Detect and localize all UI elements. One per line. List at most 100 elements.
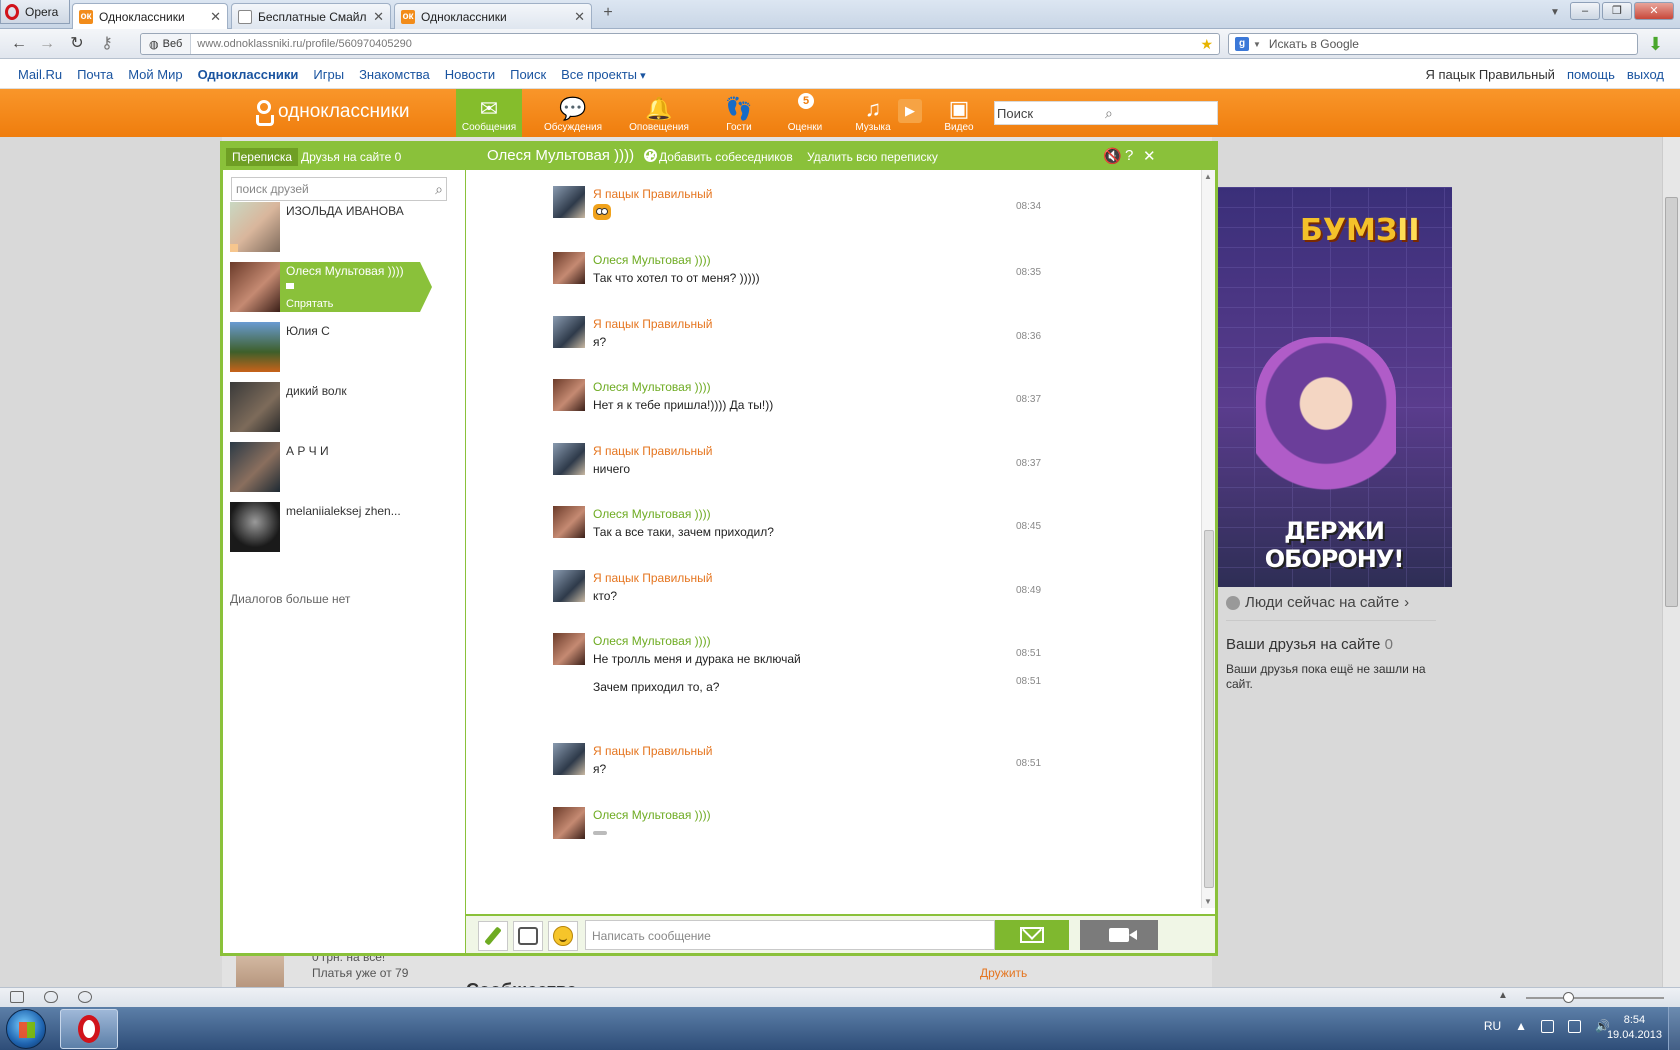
opera-menu-button[interactable]: Opera <box>0 0 70 24</box>
site-info-button[interactable]: ◍ Веб <box>141 34 192 54</box>
portal-link-games[interactable]: Игры <box>313 67 344 82</box>
search-engine-dropdown-icon[interactable]: ▼ <box>1253 40 1261 49</box>
help-question-icon[interactable]: ? <box>1125 147 1133 164</box>
system-clock[interactable]: 8:54 19.04.2013 <box>1607 1013 1662 1043</box>
dialog-item[interactable]: ИЗОЛЬДА ИВАНОВА <box>230 202 430 252</box>
search-icon[interactable]: ⌕ <box>431 181 446 198</box>
message-author[interactable]: Олеся Мультовая )))) <box>593 380 711 394</box>
close-chat-icon[interactable]: ✕ <box>1143 147 1156 165</box>
message-scrollbar-thumb[interactable] <box>1204 530 1214 888</box>
people-online-link[interactable]: Люди сейчас на сайте › <box>1226 594 1409 611</box>
search-icon[interactable]: ⌕ <box>1105 105 1217 122</box>
url-field[interactable]: ◍ Веб www.odnoklassniki.ru/profile/56097… <box>140 33 1220 55</box>
nav-music[interactable]: ♫ Музыка <box>840 89 906 137</box>
dialog-item[interactable]: Юлия С <box>230 322 430 372</box>
speed-turbo-icon[interactable] <box>78 991 92 1003</box>
ok-search-input[interactable]: Поиск ⌕ <box>994 101 1218 125</box>
dialog-item-active[interactable]: Олеся Мультовая )))) Спрятать <box>230 262 432 312</box>
tab-correspondence[interactable]: Переписка <box>226 148 299 166</box>
message-author[interactable]: Я пацык Правильный <box>593 317 713 331</box>
music-play-icon[interactable]: ▶ <box>898 99 922 123</box>
browser-tab-1[interactable]: ок Одноклассники ✕ <box>72 3 228 29</box>
portal-link-mail[interactable]: Почта <box>77 67 113 82</box>
nav-video[interactable]: ▣ Видео <box>926 89 992 137</box>
zoom-slider[interactable] <box>1526 992 1664 1003</box>
browser-tab-3[interactable]: ок Одноклассники ✕ <box>394 3 592 29</box>
page-scrollbar[interactable] <box>1662 137 1680 987</box>
bookmark-star-icon[interactable]: ★ <box>1200 36 1219 53</box>
portal-link-my-world[interactable]: Мой Мир <box>128 67 182 82</box>
friend-search-input[interactable]: поиск друзей ⌕ <box>231 177 447 201</box>
portal-link-dating[interactable]: Знакомства <box>359 67 430 82</box>
scroll-down-arrow-icon[interactable]: ▼ <box>1204 897 1212 906</box>
send-button[interactable] <box>995 920 1069 950</box>
download-arrow-icon[interactable]: ⬇ <box>1648 35 1663 53</box>
logout-link[interactable]: выход <box>1627 67 1664 82</box>
panel-toggle-icon[interactable] <box>10 991 24 1003</box>
back-arrow-icon[interactable]: ← <box>10 35 28 53</box>
network-icon[interactable] <box>1568 1019 1582 1033</box>
tab-list-chevron-icon[interactable]: ▼ <box>1550 7 1560 18</box>
close-window-button[interactable]: ✕ <box>1634 2 1674 20</box>
google-search-field[interactable]: g ▼ Искать в Google <box>1228 33 1638 55</box>
nav-messages[interactable]: ✉ Сообщения <box>456 89 522 137</box>
portal-link-odnoklassniki[interactable]: Одноклассники <box>198 67 299 82</box>
ok-logo[interactable]: одноклассники <box>254 98 410 126</box>
tab-close-icon[interactable]: ✕ <box>373 9 384 25</box>
windows-start-button[interactable] <box>6 1009 46 1049</box>
nav-guests[interactable]: 👣 Гости <box>706 89 772 137</box>
photo-button[interactable] <box>513 921 543 951</box>
message-author[interactable]: Олеся Мультовая )))) <box>593 808 711 822</box>
game-advertisement[interactable]: БУМЗII ДЕРЖИ ОБОРОНУ! <box>1216 187 1452 587</box>
message-scrollbar[interactable]: ▲ ▼ <box>1201 170 1215 908</box>
message-author[interactable]: Олеся Мультовая )))) <box>593 253 711 267</box>
maximize-button[interactable]: ❐ <box>1602 2 1632 20</box>
portal-user-name[interactable]: Я пацык Правильный <box>1425 67 1554 82</box>
forward-arrow-icon[interactable]: → <box>38 35 56 53</box>
browser-tab-2[interactable]: Бесплатные Смайлик... ✕ <box>231 3 391 29</box>
nav-discussions[interactable]: 💬 Обсуждения <box>540 89 606 137</box>
scroll-up-arrow-icon[interactable]: ▲ <box>1204 172 1212 181</box>
portal-link-search[interactable]: Поиск <box>510 67 546 82</box>
delete-all-link[interactable]: Удалить всю переписку <box>807 150 938 164</box>
video-call-button[interactable] <box>1080 920 1158 950</box>
taskbar-opera-button[interactable] <box>60 1009 118 1049</box>
chat-partner-name[interactable]: Олеся Мультовая )))) <box>487 147 634 164</box>
reload-icon[interactable]: ↻ <box>68 35 86 53</box>
portal-link-all-projects[interactable]: Все проекты <box>561 67 645 82</box>
zoom-menu-arrow-icon[interactable]: ▲ <box>1498 990 1508 1001</box>
message-input[interactable]: Написать сообщение <box>585 920 995 950</box>
tab-close-icon[interactable]: ✕ <box>574 9 585 25</box>
show-desktop-button[interactable] <box>1668 1007 1680 1050</box>
hide-dialog-link[interactable]: Спрятать <box>286 298 333 310</box>
draw-button[interactable] <box>478 921 508 951</box>
message-author[interactable]: Олеся Мультовая )))) <box>593 634 711 648</box>
tray-expand-arrow-icon[interactable]: ▲ <box>1515 1019 1527 1033</box>
key-icon[interactable]: ⚷ <box>98 35 116 53</box>
dialog-item[interactable]: дикий волк <box>230 382 430 432</box>
message-author[interactable]: Олеся Мультовая )))) <box>593 507 711 521</box>
nav-notifications[interactable]: 🔔 Оповещения <box>626 89 692 137</box>
tab-friends-online[interactable]: Друзья на сайте 0 <box>295 148 407 166</box>
nav-ratings[interactable]: 5 Оценки <box>772 89 838 137</box>
page-scrollbar-thumb[interactable] <box>1665 197 1678 607</box>
tab-close-icon[interactable]: ✕ <box>210 9 221 25</box>
language-indicator[interactable]: RU <box>1484 1019 1501 1033</box>
sound-off-icon[interactable]: 🔇 <box>1103 147 1122 165</box>
portal-link-news[interactable]: Новости <box>445 67 495 82</box>
add-participants-button[interactable]: + Добавить собеседников <box>645 148 793 165</box>
url-text[interactable]: www.odnoklassniki.ru/profile/56097040529… <box>191 38 1200 50</box>
dialog-item[interactable]: А Р Ч И <box>230 442 430 492</box>
help-link[interactable]: помощь <box>1567 67 1615 82</box>
smiley-button[interactable] <box>548 921 578 951</box>
zoom-slider-knob[interactable] <box>1563 992 1574 1003</box>
befriend-link[interactable]: Дружить <box>980 966 1027 980</box>
message-author[interactable]: Я пацык Правильный <box>593 444 713 458</box>
new-tab-plus-icon[interactable]: + <box>600 5 616 22</box>
message-author[interactable]: Я пацык Правильный <box>593 744 713 758</box>
dialog-item[interactable]: melaniialeksej zhen... <box>230 502 430 552</box>
opera-unite-cloud-icon[interactable] <box>44 991 58 1003</box>
flag-icon[interactable] <box>1541 1019 1555 1033</box>
message-author[interactable]: Я пацык Правильный <box>593 187 713 201</box>
minimize-button[interactable]: – <box>1570 2 1600 20</box>
